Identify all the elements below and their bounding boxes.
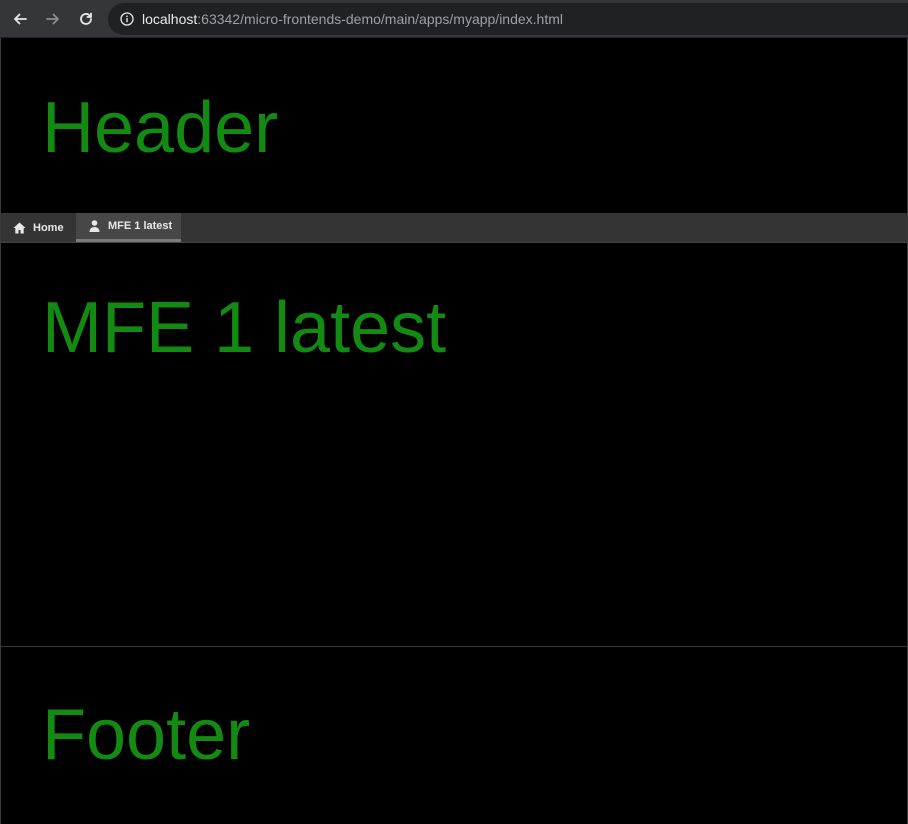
- url-path: :63342/micro-frontends-demo/main/apps/my…: [197, 11, 564, 27]
- footer-title: Footer: [42, 695, 251, 775]
- footer-divider: [1, 646, 907, 647]
- forward-button[interactable]: [42, 8, 64, 30]
- user-icon: [89, 220, 100, 232]
- header-title: Header: [42, 88, 279, 168]
- reload-button[interactable]: [75, 8, 97, 30]
- url-text[interactable]: localhost:63342/micro-frontends-demo/mai…: [142, 10, 563, 28]
- arrow-left-icon: [14, 13, 27, 25]
- url-host: localhost: [142, 11, 198, 27]
- nav-item-home[interactable]: Home: [1, 213, 75, 242]
- browser-toolbar: localhost:63342/micro-frontends-demo/mai…: [0, 0, 908, 38]
- nav-item-mfe1-latest[interactable]: MFE 1 latest: [76, 213, 181, 242]
- arrow-right-icon: [46, 13, 59, 25]
- nav-item-label: MFE 1 latest: [108, 220, 173, 232]
- content-title: MFE 1 latest: [42, 288, 447, 368]
- reload-icon: [80, 12, 92, 25]
- app-navbar: Home MFE 1 latest: [1, 213, 907, 243]
- back-button[interactable]: [9, 8, 31, 30]
- page-viewport: Header Home MFE 1 latest MFE 1 latest Fo…: [0, 38, 908, 824]
- home-icon: [13, 222, 26, 233]
- info-icon[interactable]: [120, 12, 134, 26]
- nav-item-label: Home: [33, 221, 64, 234]
- address-bar[interactable]: localhost:63342/micro-frontends-demo/mai…: [108, 3, 908, 35]
